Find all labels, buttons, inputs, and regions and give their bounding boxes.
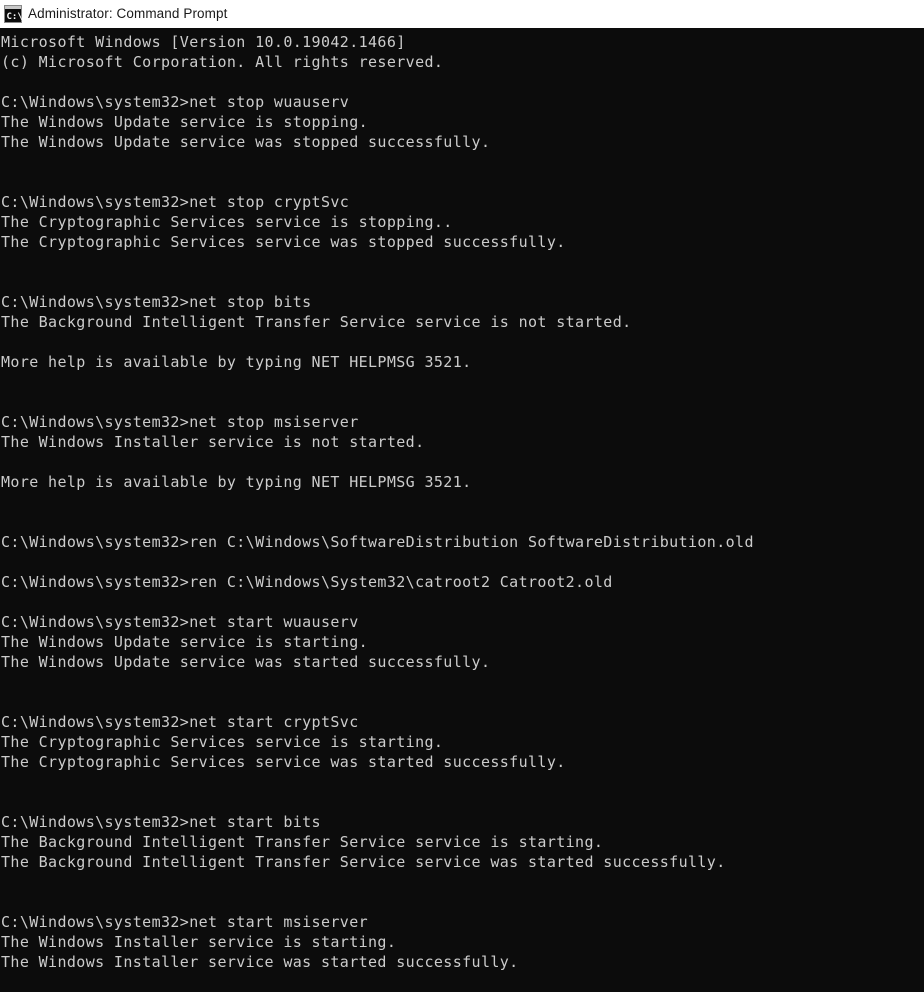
console-text: Microsoft Windows [Version 10.0.19042.14… — [1, 33, 754, 971]
title-bar[interactable]: C:\ Administrator: Command Prompt — [0, 0, 924, 28]
command-prompt-icon: C:\ — [4, 5, 22, 23]
svg-text:C:\: C:\ — [7, 12, 23, 22]
console-output-area[interactable]: Microsoft Windows [Version 10.0.19042.14… — [0, 28, 924, 992]
window-title: Administrator: Command Prompt — [28, 6, 228, 21]
command-prompt-window: C:\ Administrator: Command Prompt Micros… — [0, 0, 924, 992]
